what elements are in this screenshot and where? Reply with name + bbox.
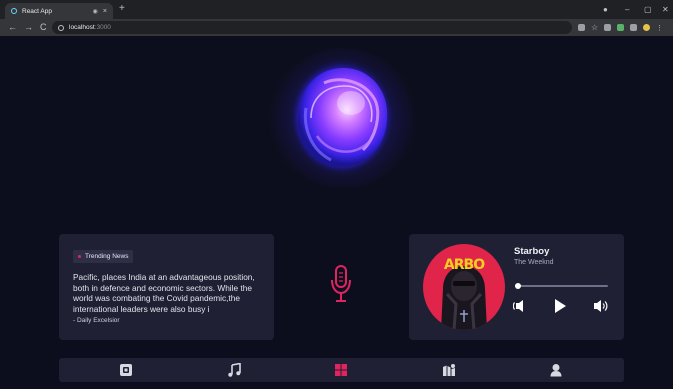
reload-button[interactable]: C — [40, 22, 47, 33]
map-icon[interactable] — [442, 363, 456, 377]
news-source: - Daily Excelsior — [73, 317, 120, 325]
tab-close-icon[interactable]: × — [103, 8, 107, 15]
volume-up-icon[interactable] — [592, 299, 608, 313]
album-art: ARBO — [423, 244, 505, 330]
extension-icon[interactable] — [604, 24, 611, 31]
profile-icon[interactable] — [549, 363, 563, 377]
play-button[interactable] — [554, 298, 567, 314]
browser-tab[interactable]: React App ◉ × — [5, 3, 113, 19]
site-info-icon[interactable] — [58, 24, 64, 31]
react-favicon-icon — [11, 8, 17, 14]
close-window-button[interactable]: ✕ — [662, 3, 669, 16]
restore-button[interactable]: ▢ — [644, 3, 652, 16]
browser-toolbar: ← → C localhost :3000 ☆ ⋮ — [0, 19, 673, 36]
tab-title: React App — [22, 7, 52, 15]
music-icon[interactable] — [227, 363, 241, 377]
news-icon[interactable] — [119, 363, 133, 377]
dashboard-icon[interactable] — [334, 363, 348, 377]
volume-down-icon[interactable] — [513, 299, 529, 313]
news-text: Pacific, places India at an advantageous… — [73, 272, 255, 314]
music-player-card: ARBO Starboy The Weeknd — [409, 234, 624, 340]
badge-label: Trending News — [85, 253, 129, 260]
track-title: Starboy — [514, 246, 550, 257]
trending-news-card[interactable]: Trending News Pacific, places India at a… — [59, 234, 274, 340]
new-tab-button[interactable]: + — [119, 4, 125, 14]
badge-dot-icon — [78, 255, 81, 258]
shield-extension-icon[interactable] — [617, 24, 624, 31]
url-port: :3000 — [94, 24, 111, 31]
address-bar[interactable]: localhost :3000 — [52, 21, 572, 34]
forward-button[interactable]: → — [24, 22, 33, 33]
browser-tab-bar: React App ◉ × + ● – ▢ ✕ — [0, 0, 673, 19]
cast-icon[interactable] — [578, 24, 585, 31]
progress-bar[interactable] — [514, 283, 608, 289]
audio-playing-icon[interactable]: ◉ — [93, 8, 98, 15]
microphone-icon[interactable] — [330, 264, 352, 304]
user-avatar-icon[interactable] — [643, 24, 650, 31]
url-host: localhost — [69, 24, 95, 31]
progress-knob[interactable] — [514, 283, 521, 289]
puzzle-icon[interactable] — [630, 24, 637, 31]
back-button[interactable]: ← — [8, 22, 17, 33]
trending-news-badge: Trending News — [73, 250, 134, 263]
album-title-text: ARBO — [443, 257, 485, 273]
browser-menu-icon[interactable]: ⋮ — [656, 24, 663, 32]
bottom-navigation — [59, 358, 624, 382]
minimize-button[interactable]: – — [625, 3, 629, 16]
extensions-area: ☆ ⋮ — [578, 22, 663, 33]
star-bookmark-icon[interactable]: ☆ — [591, 24, 598, 32]
track-artist: The Weeknd — [514, 259, 554, 266]
profile-dot-icon[interactable]: ● — [603, 3, 608, 16]
voice-assistant-orb[interactable] — [289, 58, 395, 176]
